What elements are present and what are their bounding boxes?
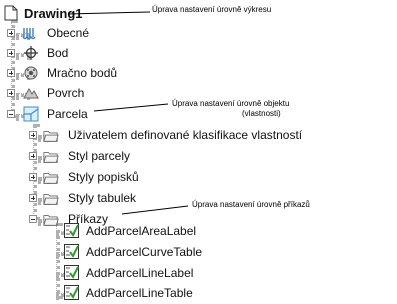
annotation-command-level: Úprava nastavení úrovně příkazů	[192, 200, 310, 209]
command-label: AddParcelLineTable	[86, 286, 193, 300]
tree-item-point[interactable]: Bod	[7, 42, 157, 64]
drawing-label: Drawing1	[24, 5, 83, 21]
expand-icon[interactable]	[29, 131, 37, 139]
command-label: AddParcelCurveTable	[86, 245, 203, 259]
folder-icon	[43, 152, 59, 163]
command-item[interactable]: AddParcelLineTable	[56, 282, 256, 304]
command-label: AddParcelLineLabel	[86, 266, 194, 280]
tree-item-label: Mračno bodů	[47, 66, 118, 80]
expand-icon[interactable]	[7, 29, 15, 37]
tree-item-label: Styly tabulek	[68, 191, 137, 205]
annotation-object-level: Úprava nastavení úrovně objektu	[172, 99, 290, 108]
tree-item-label-styles[interactable]: Styly popisků	[29, 166, 229, 188]
command-label: AddParcelAreaLabel	[86, 224, 197, 238]
tree-item-label: Styl parcely	[68, 149, 131, 163]
point-cloud-icon	[24, 66, 38, 80]
tree-item-user-classifications[interactable]: Uživatelem definované klasifikace vlastn…	[29, 124, 349, 146]
tree-item-label: Bod	[47, 46, 69, 60]
checked-checkbox-icon[interactable]	[64, 223, 79, 238]
surface-icon	[23, 88, 39, 99]
tree-item-surface[interactable]: Povrch	[7, 82, 157, 104]
tree-root[interactable]: Drawing1	[4, 2, 83, 24]
tree-item-label: Styly popisků	[68, 170, 139, 184]
tree-item-parcel-style[interactable]: Styl parcely	[29, 145, 229, 167]
tree-item-label: Obecné	[47, 26, 90, 40]
tree-item-parcel[interactable]: Parcela	[7, 103, 157, 125]
command-item[interactable]: AddParcelAreaLabel	[56, 220, 256, 242]
collapse-icon[interactable]	[7, 110, 15, 118]
parcel-icon	[23, 106, 39, 122]
expand-icon[interactable]	[29, 152, 37, 160]
tree-item-label: Uživatelem definované klasifikace vlastn…	[68, 128, 303, 142]
tree-item-general[interactable]: Obecné	[7, 22, 157, 44]
annotation-object-level-note: (vlastnosti)	[242, 109, 281, 118]
point-icon	[24, 46, 38, 60]
tree-item-point-cloud[interactable]: Mračno bodů	[7, 62, 157, 84]
folder-icon	[43, 173, 59, 184]
tree-item-label: Povrch	[47, 86, 85, 100]
expand-icon[interactable]	[7, 49, 15, 57]
command-item[interactable]: AddParcelLineLabel	[56, 262, 256, 284]
folder-icon	[43, 131, 59, 142]
checked-checkbox-icon[interactable]	[64, 265, 79, 280]
folder-icon	[43, 194, 59, 205]
collapse-icon[interactable]	[29, 215, 37, 223]
expand-icon[interactable]	[29, 194, 37, 202]
annotation-drawing-level: Úprava nastavení úrovně výkresu	[152, 5, 272, 14]
expand-icon[interactable]	[29, 173, 37, 181]
expand-icon[interactable]	[7, 89, 15, 97]
expand-icon[interactable]	[7, 69, 15, 77]
checked-checkbox-icon[interactable]	[64, 285, 79, 300]
general-icon	[22, 28, 36, 40]
tree-item-label: Parcela	[47, 107, 88, 121]
drawing-icon	[4, 5, 18, 21]
command-item[interactable]: AddParcelCurveTable	[56, 241, 256, 263]
checked-checkbox-icon[interactable]	[64, 244, 79, 259]
